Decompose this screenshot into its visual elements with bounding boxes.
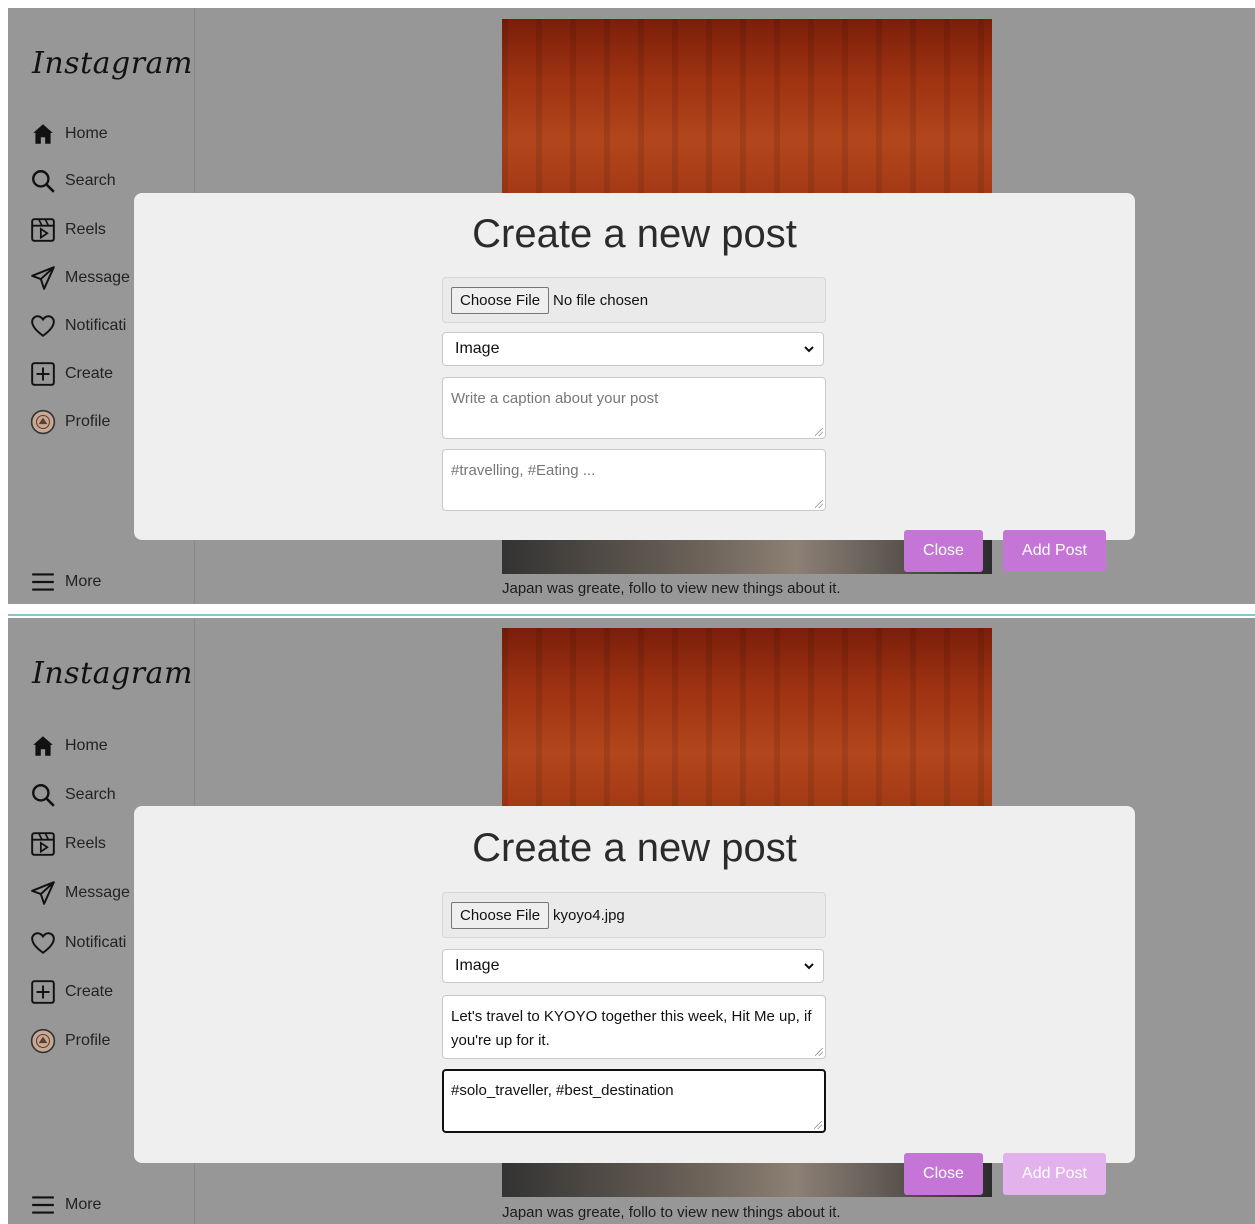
sidebar-item-label: Reels bbox=[65, 221, 106, 238]
sidebar-item-more[interactable]: More bbox=[30, 1190, 101, 1220]
sidebar-item-notifications[interactable]: Notificati bbox=[30, 928, 126, 958]
hamburger-icon bbox=[32, 573, 54, 591]
sidebar-item-label: Search bbox=[65, 786, 116, 803]
sidebar-item-label: Home bbox=[65, 737, 108, 754]
reels-icon bbox=[31, 832, 55, 856]
choose-file-button[interactable]: Choose File bbox=[451, 286, 550, 314]
sidebar-item-home[interactable]: Home bbox=[30, 731, 108, 761]
file-status: kyoyo4.jpg bbox=[553, 906, 625, 924]
create-post-modal: Create a new post Choose File No file ch… bbox=[134, 193, 1135, 540]
sidebar-item-label: Notificati bbox=[65, 317, 127, 334]
caption-value: Let's travel to KYOYO together this week… bbox=[451, 1008, 812, 1049]
close-button[interactable]: Close bbox=[904, 1153, 983, 1195]
choose-file-button[interactable]: Choose File bbox=[451, 901, 550, 929]
file-picker: Choose File kyoyo4.jpg bbox=[442, 892, 826, 938]
sidebar-item-label: Search bbox=[65, 172, 116, 189]
chevron-down-icon bbox=[804, 963, 814, 970]
post-image bbox=[502, 628, 992, 806]
post-type-select[interactable]: Image bbox=[442, 332, 824, 366]
sidebar-item-label: Message bbox=[65, 884, 130, 901]
tags-value: #solo_traveller, #best_destination bbox=[451, 1082, 674, 1099]
instagram-logo: Instagram bbox=[32, 46, 193, 81]
sidebar-item-label: More bbox=[65, 573, 102, 590]
home-icon bbox=[33, 124, 53, 144]
sidebar-item-label: Profile bbox=[65, 1032, 111, 1049]
heart-icon bbox=[31, 932, 55, 954]
plus-square-icon bbox=[31, 980, 55, 1004]
sidebar-item-create[interactable]: Create bbox=[30, 359, 113, 389]
modal-title: Create a new post bbox=[472, 826, 797, 870]
file-status: No file chosen bbox=[553, 291, 649, 309]
sidebar-item-label: Reels bbox=[65, 835, 106, 852]
caption-textarea[interactable]: Write a caption about your post bbox=[442, 377, 826, 439]
screen-after: Instagram Home Search Reels Message Noti… bbox=[8, 618, 1255, 1224]
sidebar-item-label: Message bbox=[65, 269, 130, 286]
reels-icon bbox=[31, 218, 55, 242]
sidebar-item-messages[interactable]: Message bbox=[30, 878, 130, 908]
file-picker: Choose File No file chosen bbox=[442, 277, 826, 323]
modal-title: Create a new post bbox=[472, 212, 797, 256]
sidebar-item-more[interactable]: More bbox=[30, 567, 101, 597]
sidebar-item-label: Notificati bbox=[65, 934, 127, 951]
instagram-logo: Instagram bbox=[32, 656, 193, 691]
search-icon bbox=[32, 170, 55, 193]
sidebar-item-search[interactable]: Search bbox=[30, 780, 116, 810]
resize-handle[interactable] bbox=[814, 1121, 822, 1129]
heart-icon bbox=[31, 315, 55, 337]
sidebar-item-profile[interactable]: Profile bbox=[30, 1026, 110, 1056]
chevron-down-icon bbox=[804, 346, 814, 353]
sidebar-item-label: Create bbox=[65, 365, 114, 382]
search-icon bbox=[32, 784, 55, 807]
post-type-value: Image bbox=[455, 340, 500, 357]
avatar-icon bbox=[30, 1028, 56, 1054]
sidebar-item-label: Profile bbox=[65, 413, 111, 430]
tags-textarea[interactable]: #travelling, #Eating ... bbox=[442, 449, 826, 511]
send-icon bbox=[31, 881, 55, 905]
post-caption: Japan was greate, follo to view new thin… bbox=[502, 580, 841, 597]
resize-handle[interactable] bbox=[815, 500, 823, 508]
post-image bbox=[502, 19, 992, 193]
tags-placeholder: #travelling, #Eating ... bbox=[451, 462, 596, 479]
close-button[interactable]: Close bbox=[904, 530, 983, 572]
sidebar-item-reels[interactable]: Reels bbox=[30, 215, 106, 245]
sidebar-item-messages[interactable]: Message bbox=[30, 263, 130, 293]
sidebar-item-profile[interactable]: Profile bbox=[30, 407, 110, 437]
tags-textarea[interactable]: #solo_traveller, #best_destination bbox=[442, 1069, 826, 1133]
plus-square-icon bbox=[31, 362, 55, 386]
add-post-button[interactable]: Add Post bbox=[1003, 1153, 1106, 1195]
sidebar-item-label: More bbox=[65, 1196, 102, 1213]
sidebar-item-create[interactable]: Create bbox=[30, 977, 113, 1007]
add-post-button[interactable]: Add Post bbox=[1003, 530, 1106, 572]
sidebar-item-reels[interactable]: Reels bbox=[30, 829, 106, 859]
create-post-modal: Create a new post Choose File kyoyo4.jpg… bbox=[134, 806, 1135, 1163]
screenshot-divider bbox=[8, 614, 1255, 616]
home-icon bbox=[33, 736, 53, 756]
sidebar-item-label: Home bbox=[65, 125, 108, 142]
post-type-select[interactable]: Image bbox=[442, 949, 824, 983]
caption-textarea[interactable]: Let's travel to KYOYO together this week… bbox=[442, 995, 826, 1059]
sidebar-item-notifications[interactable]: Notificati bbox=[30, 311, 126, 341]
sidebar-item-label: Create bbox=[65, 983, 114, 1000]
sidebar-item-search[interactable]: Search bbox=[30, 166, 116, 196]
resize-handle[interactable] bbox=[815, 428, 823, 436]
hamburger-icon bbox=[32, 1196, 54, 1214]
post-caption: Japan was greate, follo to view new thin… bbox=[502, 1204, 841, 1221]
post-type-value: Image bbox=[455, 957, 500, 974]
caption-placeholder: Write a caption about your post bbox=[451, 390, 659, 407]
avatar-icon bbox=[30, 409, 56, 435]
send-icon bbox=[31, 266, 55, 290]
resize-handle[interactable] bbox=[815, 1048, 823, 1056]
sidebar-item-home[interactable]: Home bbox=[30, 119, 108, 149]
screen-before: Instagram Home Search Reels Message Noti… bbox=[8, 8, 1255, 604]
